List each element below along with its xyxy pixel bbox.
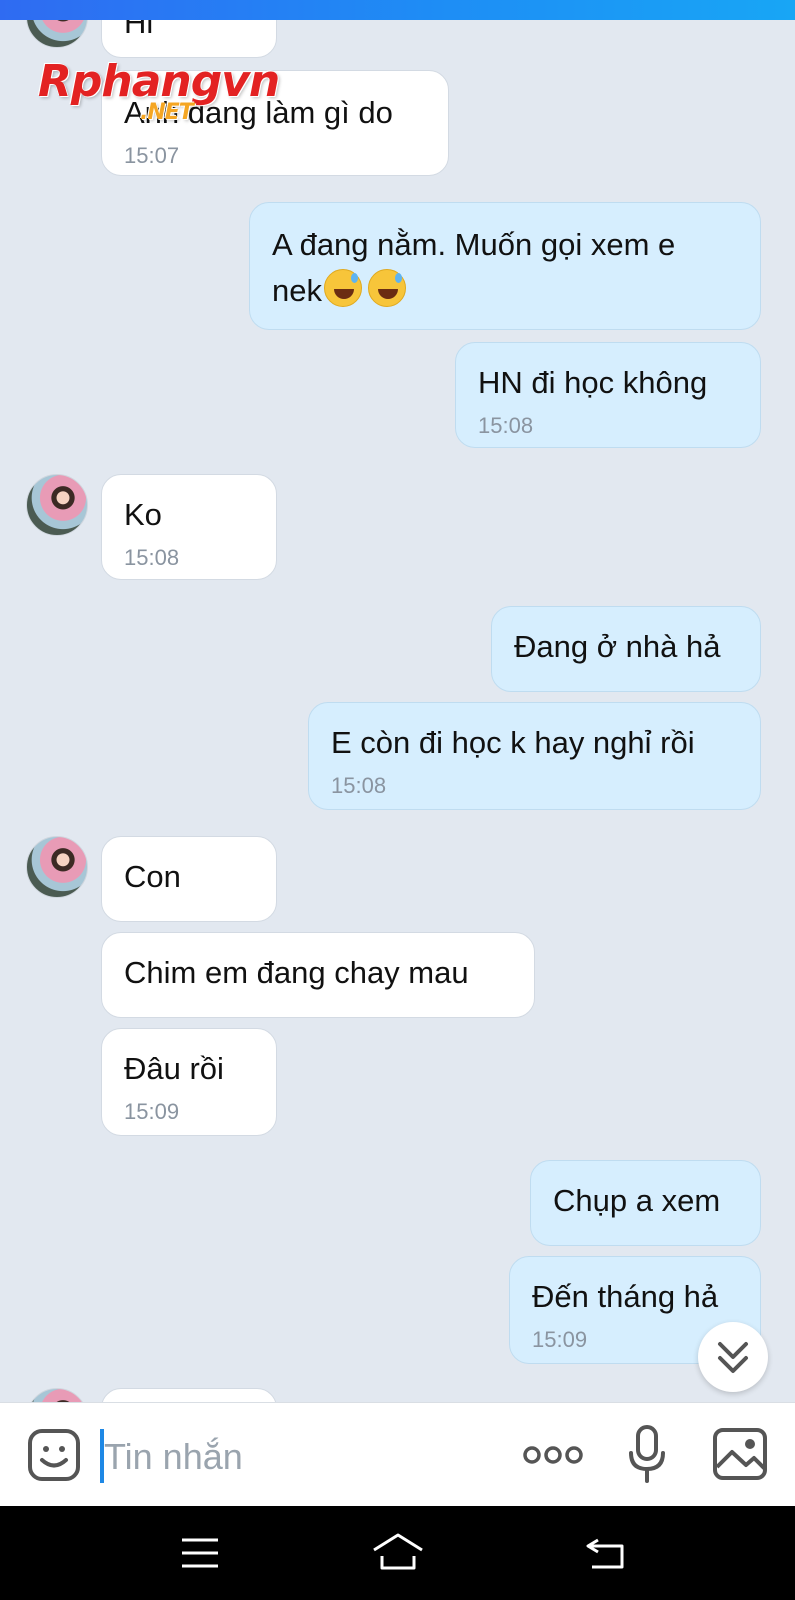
message-bubble[interactable]: Con [101, 836, 277, 922]
message-text: Đang ở nhà hả [514, 629, 721, 664]
message-time: 15:08 [124, 545, 180, 570]
menu-icon [182, 1538, 218, 1568]
message-bubble[interactable]: Ko 15:08 [101, 474, 277, 580]
message-time: 15:08 [478, 413, 534, 438]
chat-area[interactable]: Hi Anh đang làm gì do 15:07 A đang nằm. … [0, 20, 795, 1402]
emoji-icon [28, 1429, 80, 1481]
voice-record-button[interactable] [626, 1425, 668, 1485]
message-bubble[interactable] [101, 1388, 277, 1402]
contact-avatar[interactable] [26, 1388, 88, 1402]
more-icon [523, 1446, 583, 1464]
watermark-suffix: .NET [140, 100, 194, 125]
more-button[interactable] [522, 1437, 584, 1473]
message-text: Chim em đang chay mau [124, 955, 469, 990]
message-time: 15:09 [124, 1099, 180, 1124]
image-icon [713, 1428, 767, 1480]
message-bubble[interactable]: Hi [101, 20, 277, 58]
message-input-bar: Tin nhắn [0, 1402, 795, 1506]
message-text-line: A đang nằm. Muốn gọi xem e [272, 227, 676, 262]
message-text: Ko [124, 497, 162, 532]
message-bubble[interactable]: Đang ở nhà hả [491, 606, 761, 692]
message-text: Hi [124, 20, 154, 40]
home-icon [373, 1533, 423, 1570]
message-text: E còn đi học k hay nghỉ rồi [331, 725, 695, 760]
emoji-button[interactable] [26, 1427, 82, 1483]
site-watermark-logo: Rphangvn .NET [38, 56, 280, 125]
contact-avatar[interactable] [26, 836, 88, 898]
message-text: Đến tháng hả [532, 1279, 719, 1314]
message-input[interactable]: Tin nhắn [100, 1431, 480, 1483]
message-text: Con [124, 859, 181, 894]
message-text: Đâu rồi [124, 1051, 224, 1086]
double-chevron-down-icon [718, 1342, 748, 1373]
message-time: 15:08 [331, 773, 387, 798]
back-icon [586, 1538, 624, 1569]
nav-back-button[interactable] [586, 1536, 626, 1570]
send-image-button[interactable] [712, 1427, 768, 1481]
microphone-icon [629, 1425, 665, 1483]
message-bubble[interactable]: Đâu rồi 15:09 [101, 1028, 277, 1136]
message-text-line: nek [272, 273, 322, 308]
message-text: nek [272, 269, 406, 309]
system-navigation-bar [0, 1506, 795, 1600]
message-bubble[interactable]: HN đi học không 15:08 [455, 342, 761, 448]
nav-home-button[interactable] [372, 1532, 424, 1572]
message-text: HN đi học không [478, 365, 708, 400]
message-input-placeholder: Tin nhắn [104, 1436, 243, 1477]
message-bubble[interactable]: Chim em đang chay mau [101, 932, 535, 1018]
message-time: 15:07 [124, 143, 180, 168]
message-bubble[interactable]: E còn đi học k hay nghỉ rồi 15:08 [308, 702, 761, 810]
status-gradient-bar [0, 0, 795, 20]
contact-avatar[interactable] [26, 20, 88, 48]
message-text: Chụp a xem [553, 1183, 721, 1218]
grinning-sweat-emoji-icon [323, 269, 362, 307]
grinning-sweat-emoji-icon [367, 269, 406, 307]
message-time: 15:09 [532, 1327, 588, 1352]
message-bubble[interactable]: A đang nằm. Muốn gọi xem e nek [249, 202, 761, 330]
nav-menu-button[interactable] [180, 1536, 220, 1570]
contact-avatar[interactable] [26, 474, 88, 536]
message-bubble[interactable]: Chụp a xem [530, 1160, 761, 1246]
message-text: A đang nằm. Muốn gọi xem e [272, 227, 675, 263]
scroll-to-bottom-button[interactable] [698, 1322, 768, 1392]
